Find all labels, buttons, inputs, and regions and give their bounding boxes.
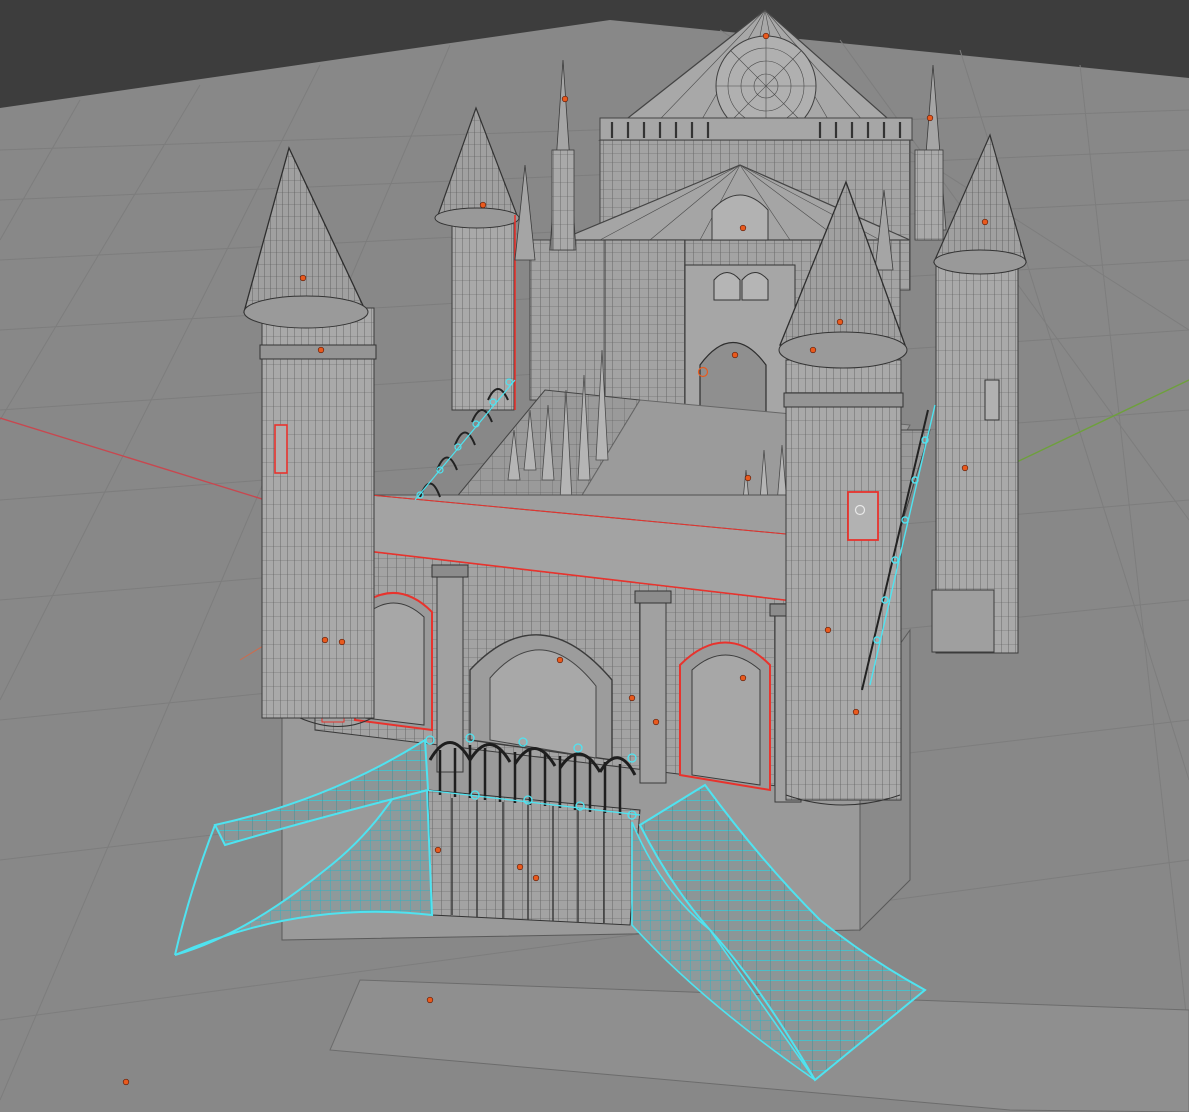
right-tower-window: [847, 491, 879, 541]
rear-balustrade: [599, 117, 913, 141]
front-steps-block[interactable]: [427, 789, 641, 926]
left-tower-window: [274, 424, 288, 474]
viewport-canvas[interactable]: [0, 0, 1189, 1112]
3d-viewport[interactable]: [0, 0, 1189, 1112]
gable-window: [711, 194, 769, 241]
pillar-2: [639, 597, 667, 784]
